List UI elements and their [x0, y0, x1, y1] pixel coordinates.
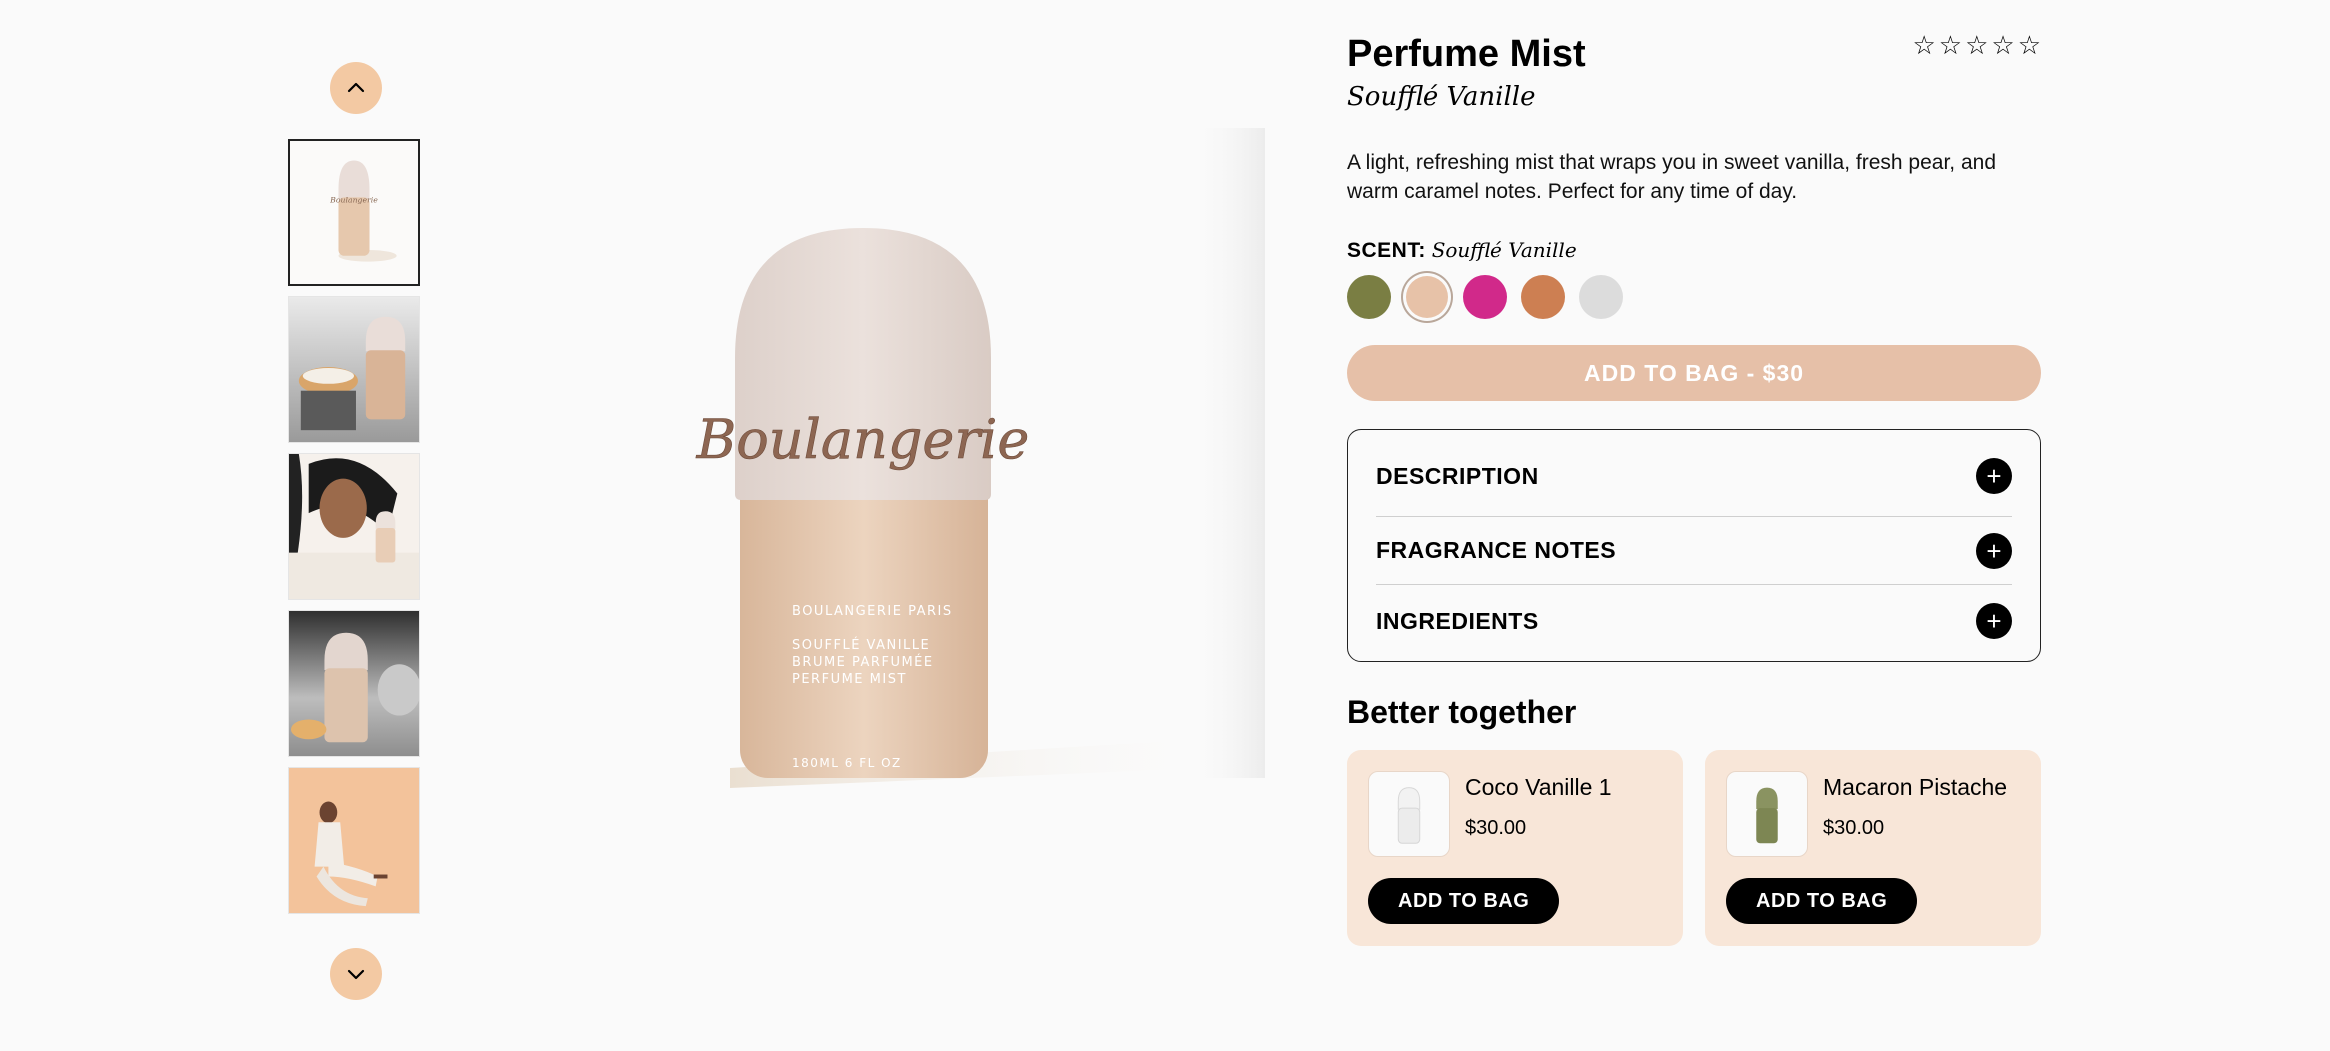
- product-details-accordion: DESCRIPTION + FRAGRANCE NOTES + INGREDIE…: [1347, 429, 2041, 662]
- recommendation-product-image[interactable]: [1726, 771, 1808, 857]
- better-together-heading: Better together: [1347, 694, 1577, 730]
- plus-icon[interactable]: +: [1976, 458, 2012, 494]
- scent-swatch-vanilla[interactable]: [1406, 276, 1448, 318]
- thumbnail-rail: Boulangerie: [288, 62, 424, 1002]
- scent-swatch-olive[interactable]: [1347, 275, 1391, 319]
- rating-stars[interactable]: ☆ ☆ ☆ ☆ ☆: [1912, 30, 2041, 60]
- scent-selector-label: SCENT: Soufflé Vanille: [1347, 236, 2041, 265]
- thumbnail-bottle-front[interactable]: Boulangerie: [288, 139, 420, 286]
- star-outline-icon[interactable]: ☆: [1991, 30, 2014, 60]
- recommendation-add-to-bag-button[interactable]: ADD TO BAG: [1368, 878, 1560, 924]
- better-together-cards: Coco Vanille 1 $30.00 ADD TO BAG Macaron…: [1347, 750, 2041, 946]
- accordion-label: DESCRIPTION: [1376, 462, 1539, 489]
- recommendation-name[interactable]: Coco Vanille 1: [1465, 772, 1612, 802]
- svg-text:BRUME PARFUMÉE: BRUME PARFUMÉE: [792, 654, 934, 670]
- scent-swatch-copper[interactable]: [1521, 275, 1565, 319]
- scent-swatch-grey[interactable]: [1579, 275, 1623, 319]
- thumbnail-scroll-up-button[interactable]: [330, 62, 382, 114]
- plus-icon[interactable]: +: [1976, 603, 2012, 639]
- svg-text:SOUFFLÉ VANILLE: SOUFFLÉ VANILLE: [792, 637, 930, 653]
- accordion-fragrance-notes[interactable]: FRAGRANCE NOTES +: [1376, 516, 2012, 584]
- recommendation-product-image[interactable]: [1368, 771, 1450, 857]
- product-description: A light, refreshing mist that wraps you …: [1347, 151, 1997, 203]
- recommendation-price: $30.00: [1465, 817, 1527, 839]
- star-outline-icon[interactable]: ☆: [1965, 30, 1988, 60]
- accordion-label: INGREDIENTS: [1376, 607, 1539, 634]
- scent-swatch-magenta[interactable]: [1463, 275, 1507, 319]
- scent-label: SCENT:: [1347, 239, 1426, 262]
- chevron-down-icon: [347, 969, 365, 980]
- recommendation-card: Coco Vanille 1 $30.00 ADD TO BAG: [1347, 750, 1683, 946]
- thumbnail-model-with-bottle[interactable]: [288, 453, 420, 600]
- svg-text:Boulangerie: Boulangerie: [696, 408, 1030, 471]
- star-outline-icon[interactable]: ☆: [1912, 30, 1935, 60]
- plus-icon[interactable]: +: [1976, 532, 2012, 569]
- svg-text:Boulangerie: Boulangerie: [329, 195, 378, 204]
- star-outline-icon[interactable]: ☆: [2018, 30, 2041, 60]
- accordion-description[interactable]: DESCRIPTION +: [1376, 430, 2012, 516]
- recommendation-name[interactable]: Macaron Pistache: [1823, 772, 2007, 802]
- svg-text:BOULANGERIE PARIS: BOULANGERIE PARIS: [792, 604, 953, 619]
- star-outline-icon[interactable]: ☆: [1939, 30, 1962, 60]
- accordion-ingredients[interactable]: INGREDIENTS +: [1376, 584, 2012, 661]
- accordion-label: FRAGRANCE NOTES: [1376, 537, 1617, 563]
- add-to-bag-button[interactable]: ADD TO BAG - $30: [1347, 345, 2041, 401]
- thumbnail-scroll-down-button[interactable]: [330, 948, 382, 1000]
- scent-value: Soufflé Vanille: [1431, 238, 1577, 262]
- svg-text:180ML 6 FL OZ: 180ML 6 FL OZ: [792, 756, 902, 770]
- thumbnail-bottle-with-dessert[interactable]: [288, 296, 420, 443]
- chevron-up-icon: [347, 82, 365, 93]
- thumbnail-bottle-with-pastry[interactable]: [288, 610, 420, 757]
- product-subtitle: Soufflé Vanille: [1347, 82, 1536, 112]
- recommendation-add-to-bag-button[interactable]: ADD TO BAG: [1726, 878, 1918, 924]
- thumbnail-model-seated[interactable]: [288, 767, 420, 914]
- product-info-panel: Perfume Mist Soufflé Vanille ☆ ☆ ☆ ☆ ☆ A…: [1347, 30, 2041, 946]
- scent-swatches: [1347, 275, 2041, 319]
- recommendation-card: Macaron Pistache $30.00 ADD TO BAG: [1705, 750, 2041, 946]
- recommendation-price: $30.00: [1823, 817, 1885, 839]
- svg-text:PERFUME MIST: PERFUME MIST: [792, 672, 907, 687]
- main-product-image: Boulangerie BOULANGERIE PARIS SOUFFLÉ VA…: [430, 128, 1265, 848]
